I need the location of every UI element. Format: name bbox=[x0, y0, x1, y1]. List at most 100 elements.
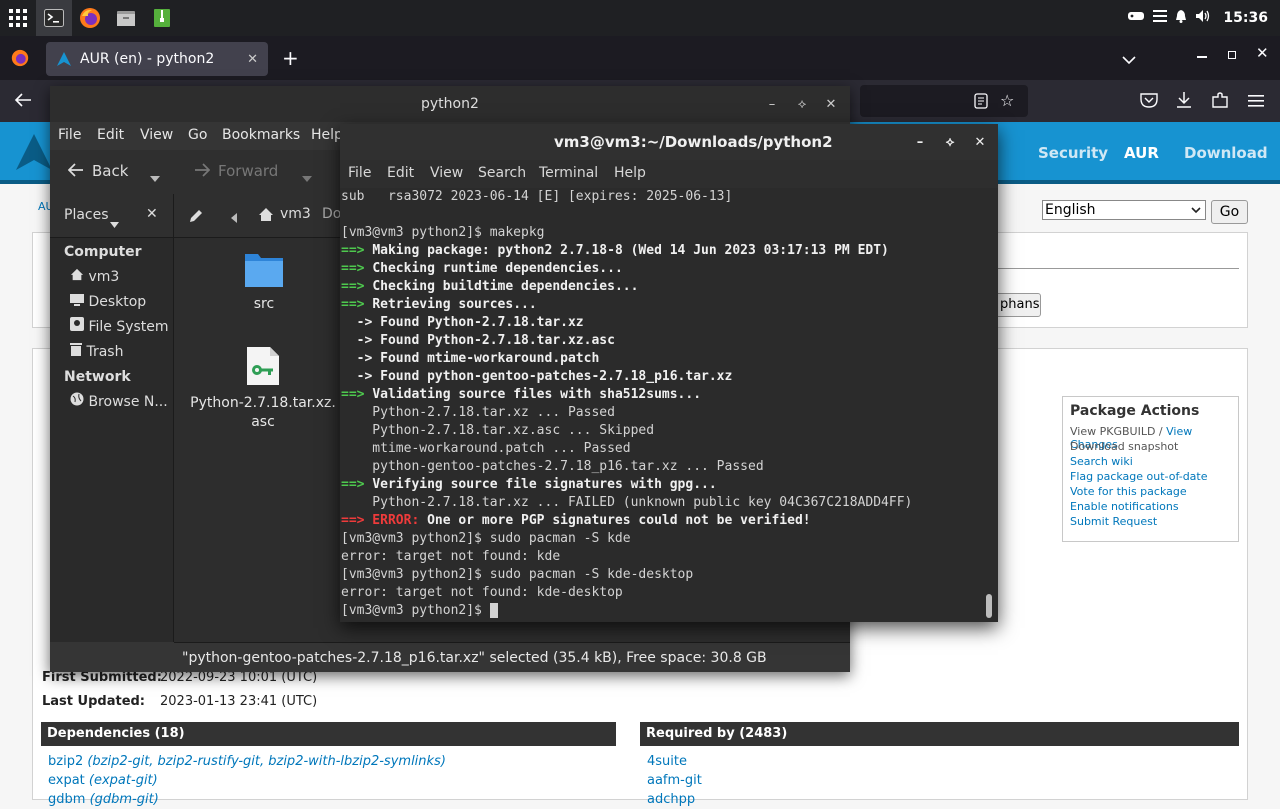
maximize-button[interactable]: ⟡ bbox=[940, 132, 960, 152]
menu-help[interactable]: Help bbox=[311, 127, 343, 143]
terminal-line: ==> ERROR: One or more PGP signatures co… bbox=[341, 513, 811, 528]
go-button[interactable]: Go bbox=[1211, 200, 1248, 224]
dep-alts[interactable]: (bzip2-git, bzip2-rustify-git, bzip2-wit… bbox=[87, 754, 446, 769]
back-button[interactable]: Back bbox=[92, 162, 128, 180]
view-pkgbuild-link[interactable]: View PKGBUILD bbox=[1070, 425, 1155, 438]
menu-search[interactable]: Search bbox=[478, 165, 526, 181]
forward-button[interactable]: Forward bbox=[218, 162, 278, 180]
terminal-window: vm3@vm3:~/Downloads/python2 – ⟡ ✕ File E… bbox=[340, 124, 998, 622]
browser-tab-aur[interactable]: AUR (en) - python2 ✕ bbox=[46, 42, 268, 76]
file-item[interactable]: Python-2.7.18.tar.xz. asc bbox=[188, 346, 338, 430]
maximize-button[interactable]: ⟡ bbox=[792, 94, 812, 114]
browser-maximize-button[interactable] bbox=[1228, 51, 1236, 59]
enable-notifications-link[interactable]: Enable notifications bbox=[1070, 500, 1231, 515]
back-arrow-icon[interactable] bbox=[14, 92, 32, 112]
home-icon[interactable] bbox=[258, 207, 274, 226]
search-wiki-link[interactable]: Search wiki bbox=[1070, 455, 1231, 470]
arch-logo-icon[interactable] bbox=[14, 132, 54, 172]
places-chevron-icon[interactable] bbox=[110, 213, 119, 232]
sidebar-item-filesystem[interactable]: File System bbox=[50, 315, 173, 340]
submit-request-link[interactable]: Submit Request bbox=[1070, 515, 1231, 530]
flag-out-of-date-link[interactable]: Flag package out-of-date bbox=[1070, 470, 1231, 485]
minimize-button[interactable]: – bbox=[762, 94, 782, 114]
file-manager-app-icon[interactable] bbox=[108, 0, 144, 36]
dep-name[interactable]: bzip2 bbox=[48, 754, 83, 769]
close-sidebar-icon[interactable]: ✕ bbox=[146, 206, 158, 222]
path-home-button[interactable]: vm3 bbox=[280, 206, 311, 222]
file-manager-titlebar[interactable]: python2 – ⟡ ✕ bbox=[50, 86, 850, 122]
language-value: English bbox=[1045, 202, 1096, 218]
back-arrow-icon[interactable] bbox=[67, 163, 84, 181]
sidebar-item-trash[interactable]: Trash bbox=[50, 340, 173, 365]
forward-arrow-icon[interactable] bbox=[194, 163, 211, 181]
menu-terminal[interactable]: Terminal bbox=[539, 165, 598, 181]
menu-lines-icon[interactable] bbox=[1153, 10, 1168, 26]
required-by-header: Required by (2483) bbox=[640, 722, 1239, 746]
tab-close-icon[interactable]: ✕ bbox=[247, 52, 258, 67]
language-select[interactable]: English bbox=[1042, 200, 1206, 220]
extensions-icon[interactable] bbox=[1211, 91, 1229, 113]
nav-aur[interactable]: AUR bbox=[1124, 144, 1159, 162]
path-left-chevron-icon[interactable] bbox=[230, 209, 238, 228]
places-dropdown[interactable]: Places bbox=[64, 207, 109, 223]
clock[interactable]: 15:36 bbox=[1223, 10, 1268, 26]
terminal-line: ==> Checking runtime dependencies... bbox=[341, 261, 623, 276]
firefox-view-icon[interactable] bbox=[11, 49, 29, 71]
menu-view[interactable]: View bbox=[140, 127, 173, 143]
file-item[interactable]: src bbox=[204, 250, 324, 320]
browser-menu-icon[interactable] bbox=[1248, 93, 1264, 112]
back-history-chevron-icon[interactable] bbox=[150, 168, 160, 186]
forward-history-chevron-icon[interactable] bbox=[302, 168, 312, 186]
menu-go[interactable]: Go bbox=[188, 127, 207, 143]
network-globe-icon bbox=[70, 392, 84, 406]
dep-alts[interactable]: (expat-git) bbox=[89, 773, 158, 788]
edit-location-pencil-icon[interactable] bbox=[188, 208, 204, 228]
nav-security[interactable]: Security bbox=[1038, 144, 1108, 162]
notification-bell-icon[interactable] bbox=[1175, 9, 1187, 27]
terminal-app-icon[interactable] bbox=[36, 0, 72, 36]
dep-name[interactable]: expat bbox=[48, 773, 85, 788]
menu-edit[interactable]: Edit bbox=[97, 127, 124, 143]
menu-help[interactable]: Help bbox=[614, 165, 646, 181]
places-header: Places ✕ bbox=[50, 194, 174, 238]
reader-view-icon[interactable] bbox=[974, 93, 988, 113]
menu-file[interactable]: File bbox=[348, 165, 371, 181]
url-bar-tail[interactable]: ☆ bbox=[860, 85, 1028, 117]
sidebar-item-home[interactable]: vm3 bbox=[50, 265, 173, 290]
terminal-titlebar[interactable]: vm3@vm3:~/Downloads/python2 – ⟡ ✕ bbox=[340, 124, 998, 160]
list-item[interactable]: 4suite bbox=[647, 752, 702, 771]
home-icon bbox=[70, 268, 84, 281]
menu-file[interactable]: File bbox=[58, 127, 81, 143]
last-updated-value: 2023-01-13 23:41 (UTC) bbox=[160, 694, 318, 709]
sidebar-item-browse-network[interactable]: Browse N... bbox=[50, 390, 173, 415]
browser-minimize-button[interactable] bbox=[1197, 56, 1207, 58]
menu-edit[interactable]: Edit bbox=[387, 165, 414, 181]
downloads-icon[interactable] bbox=[1176, 91, 1192, 113]
terminal-scrollbar[interactable] bbox=[986, 594, 992, 618]
list-item[interactable]: aafm-git bbox=[647, 771, 702, 790]
pocket-icon[interactable] bbox=[1140, 92, 1158, 112]
close-button[interactable]: ✕ bbox=[970, 132, 990, 152]
app-grid-icon[interactable] bbox=[0, 0, 36, 36]
path-downloads-button[interactable]: Do bbox=[322, 206, 341, 222]
archive-manager-app-icon[interactable] bbox=[144, 0, 180, 36]
drive-icon[interactable] bbox=[1127, 10, 1145, 26]
vote-link[interactable]: Vote for this package bbox=[1070, 485, 1231, 500]
firefox-app-icon[interactable] bbox=[72, 0, 108, 36]
terminal-line: [vm3@vm3 python2]$ sudo pacman -S kde-de… bbox=[341, 567, 694, 582]
tab-list-chevron-icon[interactable] bbox=[1122, 50, 1136, 69]
sidebar-item-desktop[interactable]: Desktop bbox=[50, 290, 173, 315]
terminal-cursor bbox=[489, 603, 498, 618]
close-button[interactable]: ✕ bbox=[821, 94, 841, 114]
download-snapshot-link[interactable]: Download snapshot bbox=[1070, 440, 1231, 455]
terminal-output[interactable]: sub rsa3072 2023-06-14 [E] [expires: 202… bbox=[340, 188, 998, 622]
menu-bookmarks[interactable]: Bookmarks bbox=[222, 127, 300, 143]
volume-icon[interactable] bbox=[1195, 9, 1211, 27]
terminal-line: Python-2.7.18.tar.xz ... Passed bbox=[341, 405, 615, 420]
bookmark-star-icon[interactable]: ☆ bbox=[1000, 91, 1014, 110]
new-tab-button[interactable]: + bbox=[282, 46, 299, 70]
menu-view[interactable]: View bbox=[430, 165, 463, 181]
nav-download[interactable]: Download bbox=[1184, 144, 1268, 162]
browser-close-button[interactable]: ✕ bbox=[1256, 44, 1269, 62]
minimize-button[interactable]: – bbox=[910, 132, 930, 152]
